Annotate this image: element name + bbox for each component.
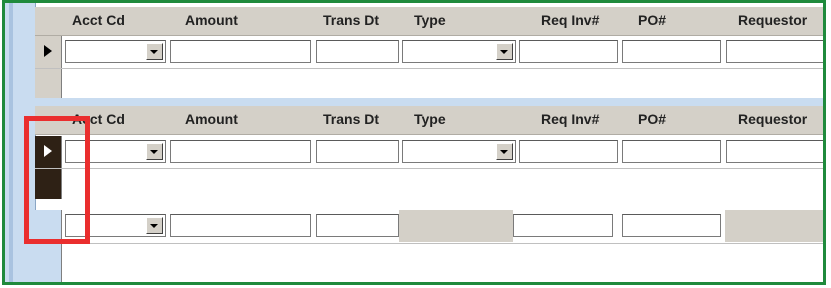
- new-record-detail-row: [35, 243, 823, 282]
- trans-dt-field[interactable]: [316, 40, 399, 63]
- requestor-field[interactable]: [726, 140, 823, 163]
- po-field[interactable]: [622, 140, 721, 163]
- chevron-down-icon[interactable]: [146, 217, 163, 234]
- type-placeholder: [399, 210, 513, 242]
- req-inv-field[interactable]: [513, 214, 613, 237]
- record-detail-row: [35, 168, 823, 199]
- header-po: PO#: [638, 12, 667, 28]
- subform-frame: Acct Cd Amount Trans Dt Type Req Inv# PO…: [2, 0, 826, 285]
- record-selector-continuation: [35, 69, 62, 99]
- column-header-row: Acct Cd Amount Trans Dt Type Req Inv# PO…: [35, 7, 823, 36]
- header-trans-dt: Trans Dt: [323, 111, 380, 127]
- header-requestor: Requestor: [738, 12, 808, 28]
- chevron-down-icon[interactable]: [146, 143, 163, 160]
- header-req-inv: Req Inv#: [541, 12, 600, 28]
- chevron-down-icon[interactable]: [496, 143, 513, 160]
- play-triangle-icon: [44, 45, 52, 57]
- trans-dt-field[interactable]: [316, 140, 399, 163]
- type-combo[interactable]: [402, 140, 516, 163]
- amount-field[interactable]: [170, 214, 311, 237]
- req-inv-field[interactable]: [519, 40, 618, 63]
- record-row: [35, 36, 823, 68]
- new-record-row: [35, 210, 823, 242]
- trans-dt-field[interactable]: [316, 214, 399, 237]
- header-type: Type: [414, 111, 446, 127]
- amount-field[interactable]: [170, 140, 311, 163]
- record-selector-continuation: [35, 244, 62, 282]
- header-po: PO#: [638, 111, 667, 127]
- record-row-current: [35, 136, 823, 168]
- amount-field[interactable]: [170, 40, 311, 63]
- record-detail-row: [35, 68, 823, 99]
- header-requestor: Requestor: [738, 111, 808, 127]
- chevron-down-icon[interactable]: [496, 43, 513, 60]
- section-separator: [35, 98, 823, 106]
- header-amount: Amount: [185, 12, 238, 28]
- requestor-field[interactable]: [726, 40, 823, 63]
- outer-left-strip-line: [9, 3, 13, 282]
- type-combo[interactable]: [402, 40, 516, 63]
- column-header-row: Acct Cd Amount Trans Dt Type Req Inv# PO…: [35, 106, 823, 135]
- highlight-annotation-box: [24, 116, 90, 244]
- chevron-down-icon[interactable]: [146, 43, 163, 60]
- header-acct-cd: Acct Cd: [72, 12, 125, 28]
- record-selector[interactable]: [35, 36, 62, 68]
- po-field[interactable]: [622, 40, 721, 63]
- header-req-inv: Req Inv#: [541, 111, 600, 127]
- requestor-placeholder: [725, 210, 823, 242]
- header-amount: Amount: [185, 111, 238, 127]
- req-inv-field[interactable]: [519, 140, 618, 163]
- po-field[interactable]: [622, 214, 721, 237]
- header-trans-dt: Trans Dt: [323, 12, 380, 28]
- header-type: Type: [414, 12, 446, 28]
- acct-cd-combo[interactable]: [65, 40, 166, 63]
